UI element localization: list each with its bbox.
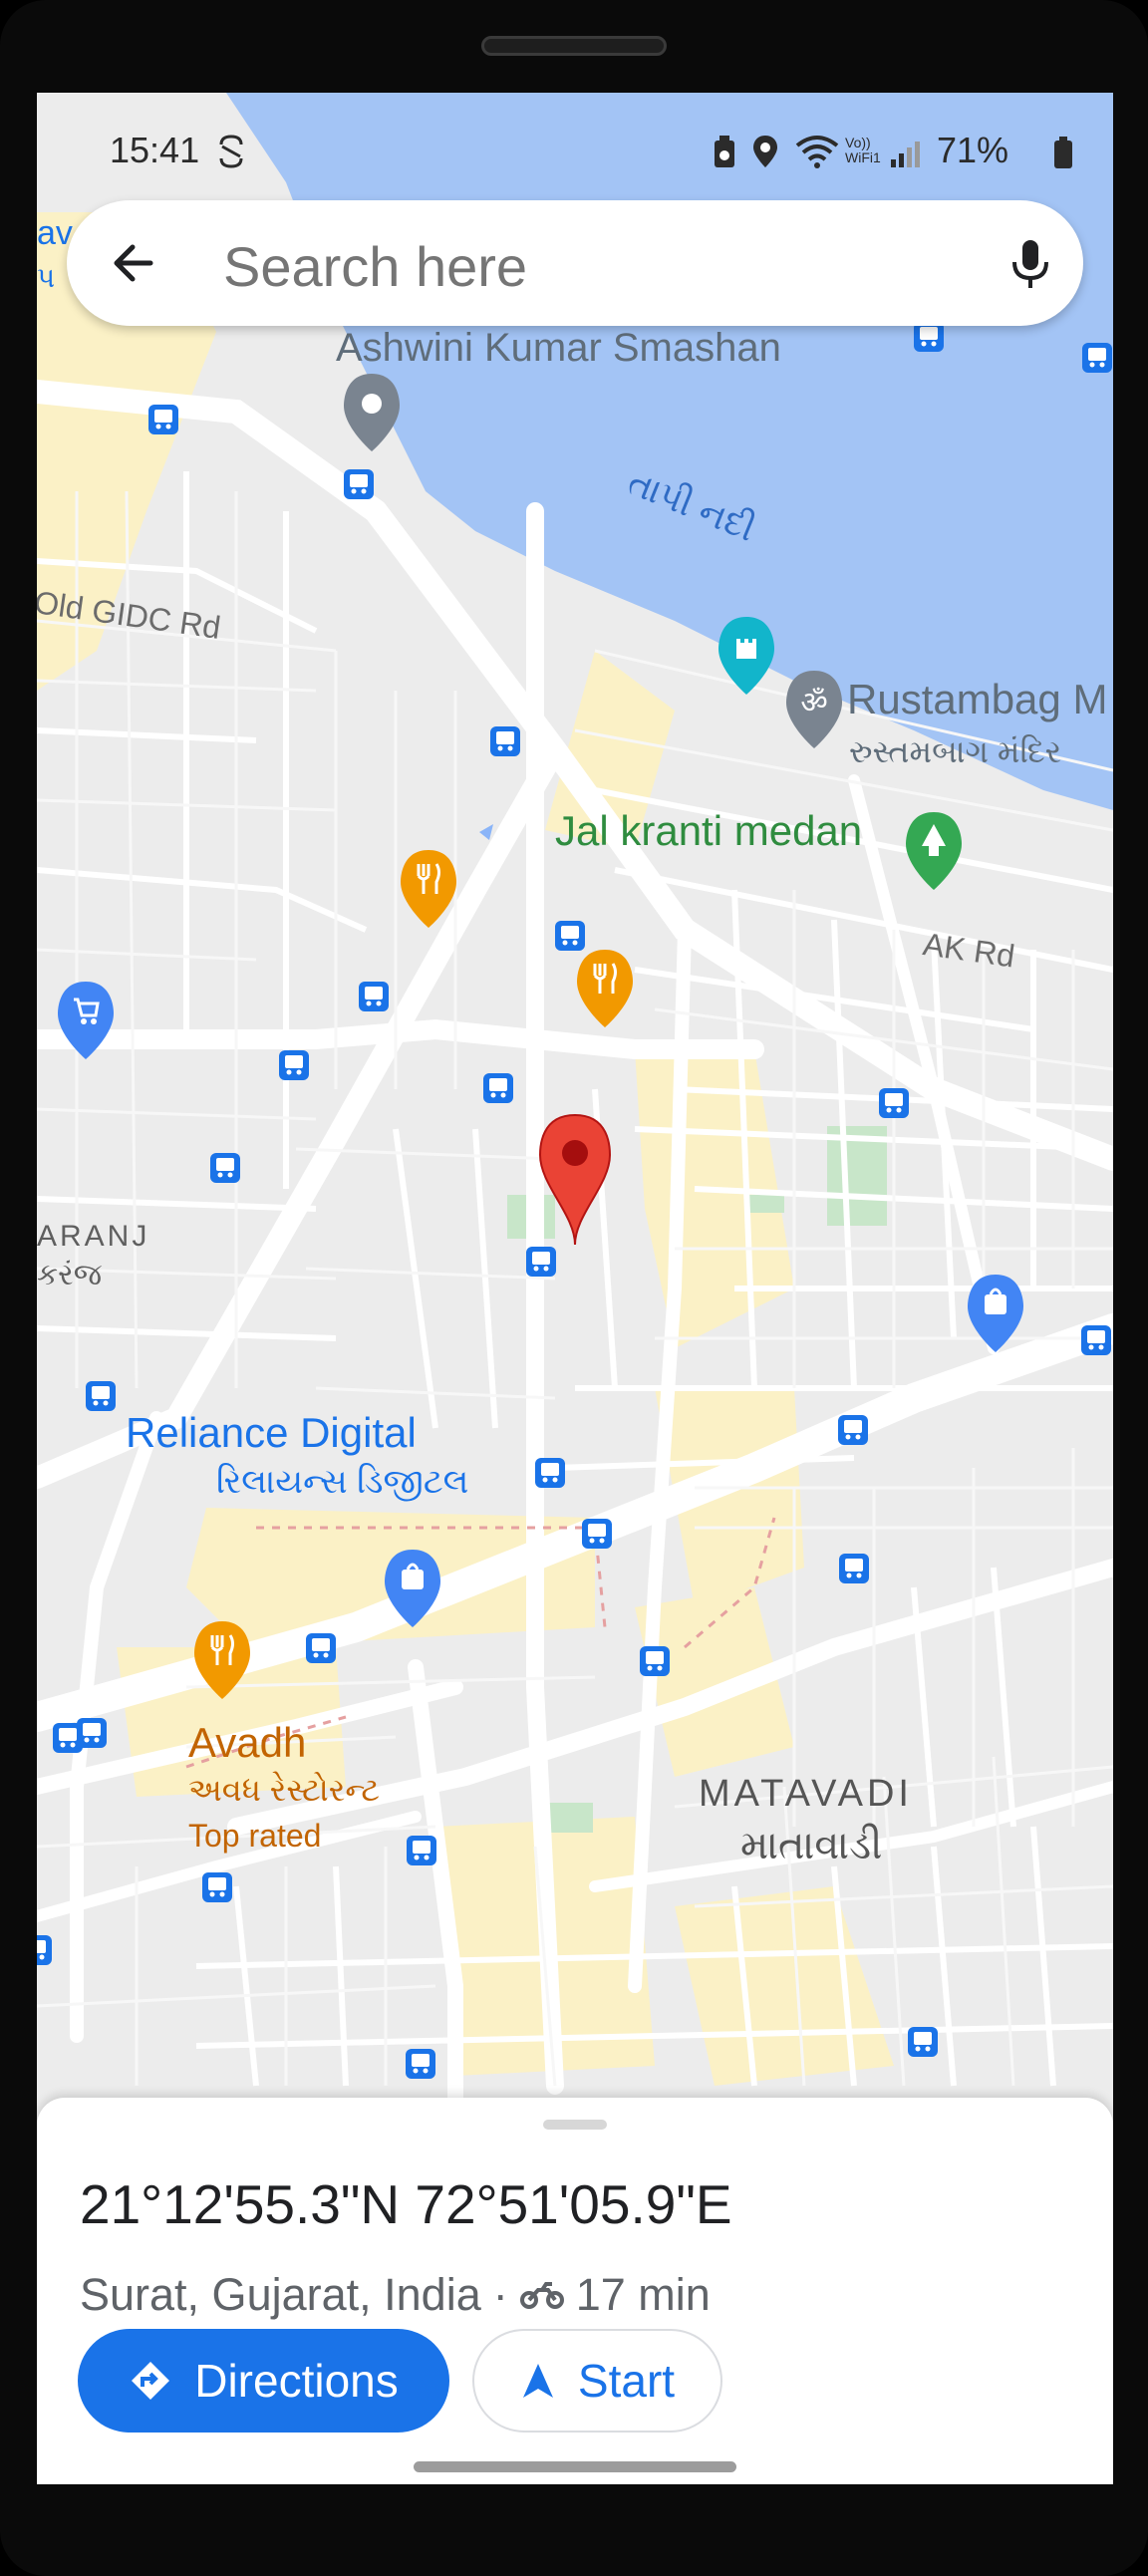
map-label-ashwini[interactable]: Ashwini Kumar Smashan <box>336 326 781 371</box>
map-label-avadh[interactable]: Avadh <box>188 1719 306 1767</box>
voice-search-button[interactable] <box>996 228 1065 298</box>
start-label: Start <box>577 2355 676 2407</box>
motorcycle-icon <box>519 2282 564 2309</box>
map-label-karanj-gujarati: કરંજ <box>37 1259 103 1291</box>
map-label-edge-2: પ <box>37 262 56 293</box>
map-label-top-rated[interactable]: Top rated <box>188 1818 321 1855</box>
svg-text:ॐ: ॐ <box>800 686 827 720</box>
status-bar: 15:41 Vo)) WiFi1 71% <box>37 93 1113 212</box>
search-input[interactable] <box>223 234 921 299</box>
earpiece-speaker <box>481 36 667 56</box>
map-label-karanj: ARANJ <box>37 1220 150 1253</box>
map-label-jal-kranti-medan[interactable]: Jal kranti medan <box>555 807 862 855</box>
directions-button[interactable]: Directions <box>78 2329 449 2433</box>
map-label-avadh-gujarati[interactable]: અવધ રેસ્ટોરન્ટ <box>188 1772 380 1810</box>
directions-icon <box>132 2362 170 2400</box>
battery-percentage: 71% <box>937 130 1009 170</box>
place-bottom-sheet[interactable]: 21°12'55.3"N 72°51'05.9"E Surat, Gujarat… <box>37 2098 1113 2484</box>
status-time: 15:41 <box>110 130 200 170</box>
signal-icon <box>891 142 920 167</box>
map-label-matavadi: MATAVADI <box>699 1773 913 1815</box>
status-icons: Vo)) WiFi1 <box>710 128 1078 177</box>
map-label-rustambag[interactable]: Rustambag M <box>847 676 1107 723</box>
travel-time: 17 min <box>575 2269 711 2320</box>
search-bar[interactable] <box>67 200 1083 326</box>
sync-icon <box>219 135 243 168</box>
phone-frame: ॐ Ashwini Kumar Smashan તાપી નદી Old GID… <box>0 0 1148 2576</box>
battery-icon <box>1054 137 1072 168</box>
map-label-reliance-digital[interactable]: Reliance Digital <box>126 1409 417 1457</box>
volte-wifi-label: Vo)) WiFi1 <box>845 135 881 165</box>
navigation-arrow-icon <box>522 2364 553 2398</box>
place-subtitle: Surat, Gujarat, India · 17 min <box>80 2269 711 2321</box>
location-icon <box>753 136 777 167</box>
back-arrow-icon <box>114 244 153 282</box>
drag-handle[interactable] <box>543 2120 607 2130</box>
start-button[interactable]: Start <box>472 2329 722 2433</box>
directions-label: Directions <box>194 2355 399 2407</box>
map-label-matavadi-gujarati: માતાવાડી <box>740 1824 883 1867</box>
wifi-icon <box>795 136 839 168</box>
gesture-navigation-bar[interactable] <box>414 2461 736 2472</box>
no-wifi-icon <box>715 136 734 167</box>
back-button[interactable] <box>97 225 172 301</box>
separator-dot: · <box>492 2269 508 2320</box>
screen: ॐ Ashwini Kumar Smashan તાપી નદી Old GID… <box>37 93 1113 2484</box>
location-text: Surat, Gujarat, India <box>80 2269 481 2320</box>
map-label-edge-1: av <box>37 214 73 252</box>
microphone-icon <box>1012 240 1048 288</box>
map-label-reliance-gujarati[interactable]: રિલાયન્સ ડિજીટલ <box>216 1463 468 1502</box>
map-label-rustambag-gujarati[interactable]: રુસ્તમબાગ મંદિર <box>849 733 1061 771</box>
coordinates-title: 21°12'55.3"N 72°51'05.9"E <box>80 2173 732 2235</box>
